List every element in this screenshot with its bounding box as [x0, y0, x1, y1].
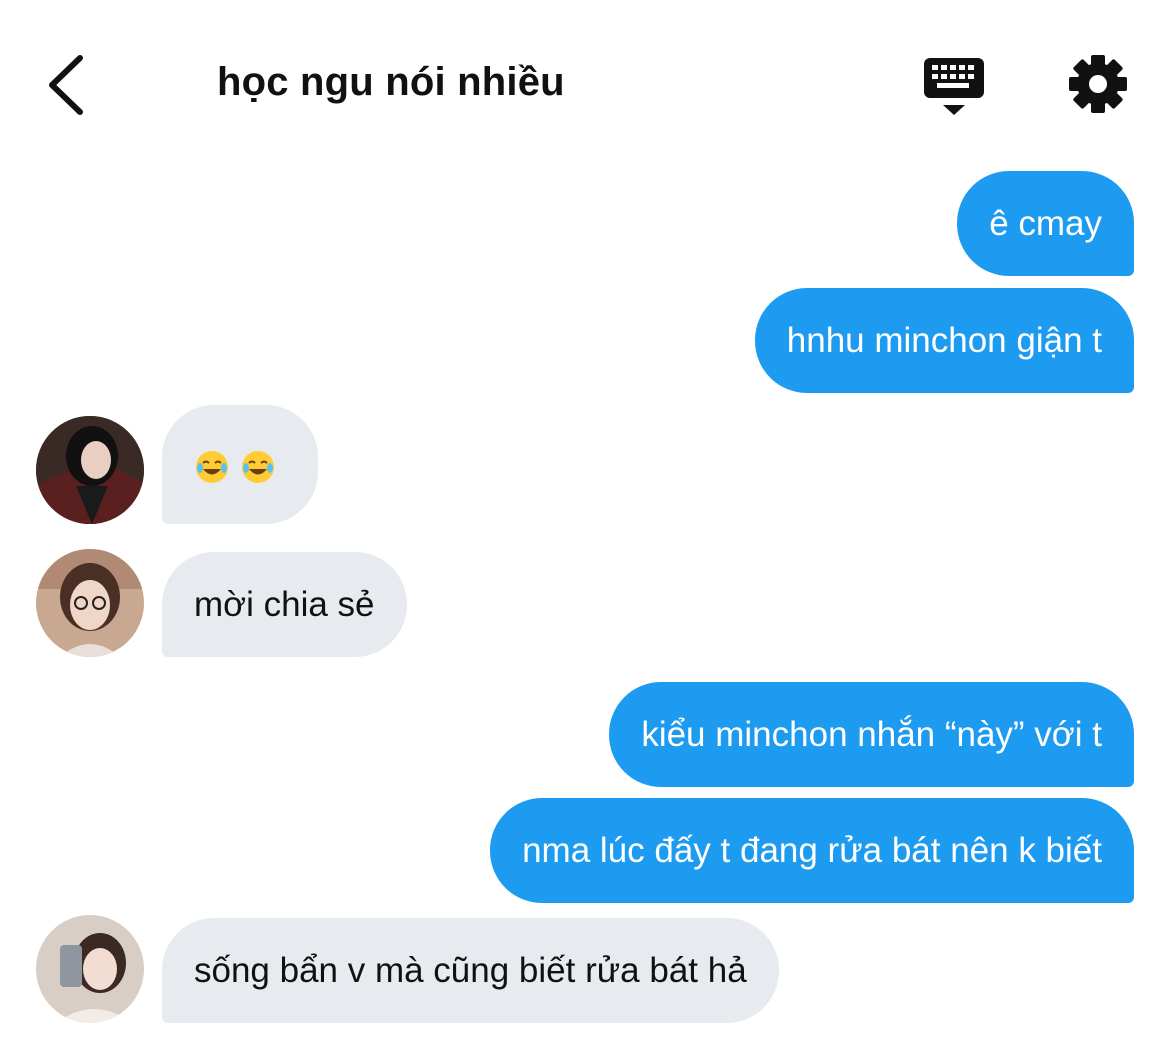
- settings-button[interactable]: [1066, 52, 1130, 116]
- avatar[interactable]: [36, 416, 144, 524]
- message-text: sống bẩn v mà cũng biết rửa bát hả: [194, 951, 747, 990]
- chat-title: học ngu nói nhiều: [217, 60, 565, 104]
- chat-header: học ngu nói nhiều: [0, 0, 1170, 170]
- face-with-tears-of-joy-icon: [196, 450, 228, 483]
- back-button[interactable]: [36, 50, 96, 120]
- message-bubble-incoming[interactable]: [162, 405, 318, 524]
- message-text: nma lúc đấy t đang rửa bát nên k biết: [522, 831, 1102, 870]
- gear-icon: [1069, 55, 1127, 113]
- message-bubble-incoming[interactable]: mời chia sẻ: [162, 552, 407, 657]
- chevron-left-icon: [49, 55, 83, 115]
- message-text: kiểu minchon nhắn “này” với t: [641, 715, 1102, 754]
- message-bubble-outgoing[interactable]: hnhu minchon giận t: [754, 288, 1134, 393]
- message-text: ê cmay: [989, 204, 1102, 243]
- message-bubble-outgoing[interactable]: nma lúc đấy t đang rửa bát nên k biết: [490, 798, 1134, 903]
- message-bubble-outgoing[interactable]: kiểu minchon nhắn “này” với t: [609, 682, 1134, 787]
- avatar-photo: [36, 915, 144, 1023]
- avatar-photo: [36, 549, 144, 657]
- avatar-photo: [36, 416, 144, 524]
- message-bubble-outgoing[interactable]: ê cmay: [957, 171, 1134, 276]
- avatar[interactable]: [36, 915, 144, 1023]
- face-with-tears-of-joy-icon: [242, 450, 274, 483]
- message-bubble-incoming[interactable]: sống bẩn v mà cũng biết rửa bát hả: [162, 918, 779, 1023]
- message-text: mời chia sẻ: [194, 585, 375, 624]
- message-text: hnhu minchon giận t: [786, 321, 1102, 360]
- keyboard-button[interactable]: [920, 52, 988, 118]
- avatar[interactable]: [36, 549, 144, 657]
- keyboard-icon: [924, 58, 984, 115]
